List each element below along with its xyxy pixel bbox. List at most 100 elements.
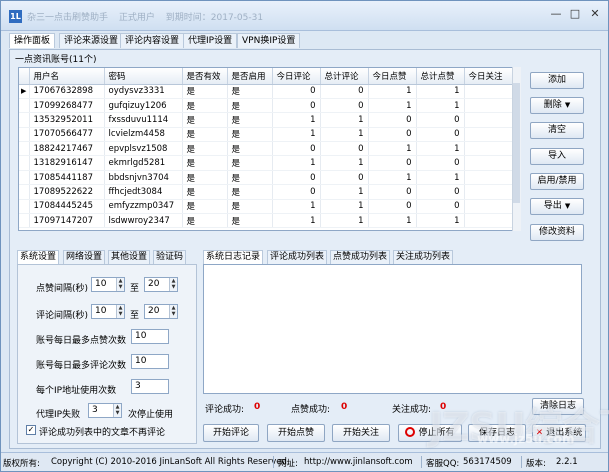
save-log-button[interactable]: 保存日志 [468,424,526,442]
table-row[interactable]: 17097147207 lsdwwroy2347 是是 1 1 1 1 [19,213,515,229]
tab-captcha[interactable]: 验证码 [153,250,187,264]
max-likes-field[interactable]: 10 [131,329,169,344]
tab-network-settings[interactable]: 网络设置 [63,250,106,264]
table-cell: 是 [182,170,228,186]
system-log-textarea[interactable] [203,264,582,394]
header-indicator [19,68,30,85]
table-row[interactable]: 17084445245 emfyzzmp0347 是是 1 1 0 0 [19,199,515,215]
follow-success-label: 关注成功: [392,405,432,415]
table-cell: 是 [227,155,273,171]
follow-success-count: 0 [440,402,447,412]
qq-value: 563174509 [463,457,512,467]
table-row[interactable]: ▶ 17067632898 oydysvz3331 是是 0 0 1 1 [19,84,515,99]
tab-follow-success[interactable]: 关注成功列表 [393,250,454,264]
spin-arrows-icon[interactable]: ▲ ▼ [113,404,121,417]
tab-other-settings[interactable]: 其他设置 [108,250,151,264]
table-cell: 是 [182,199,228,215]
column-header[interactable]: 总计点赞 [416,68,465,85]
column-header[interactable]: 今日点赞 [368,68,417,85]
table-cell: 是 [227,170,273,186]
exit-button[interactable]: ✕ 退出系统 [532,424,586,442]
tab-proxy-ip[interactable]: 代理IP设置 [183,33,238,48]
row-indicator: ▶ [19,84,30,99]
import-button[interactable]: 导入 [530,148,584,165]
spin-arrows-icon[interactable]: ▲ ▼ [116,305,124,318]
clear-button[interactable]: 清空 [530,122,584,139]
minimize-icon[interactable]: — [549,7,563,21]
spin-arrows-icon[interactable]: ▲ ▼ [116,278,124,291]
tab-like-success[interactable]: 点赞成功列表 [330,250,391,264]
table-row[interactable]: 13532952011 fxssduvu1114 是是 1 1 0 0 [19,112,515,128]
table-cell: fxssduvu1114 [104,112,183,128]
table-cell: 是 [182,112,228,128]
table-cell: 0 [416,155,465,171]
table-cell: 1 [272,112,321,128]
like-interval-min-stepper[interactable]: 10 ▲ ▼ [91,277,125,292]
tab-system-log[interactable]: 系统日志记录 [203,250,264,264]
comment-interval-max-stepper[interactable]: 20 ▲ ▼ [144,304,178,319]
delete-button[interactable]: 删除 ▼ [530,97,584,114]
table-row[interactable]: 18824217467 epvplsvz1508 是是 0 0 1 1 [19,141,515,157]
edit-profile-button[interactable]: 修改资料 [530,224,584,241]
table-cell: 1 [368,213,417,229]
spin-arrows-icon[interactable]: ▲ ▼ [169,305,177,318]
proxy-fail-stepper[interactable]: 3 ▲ ▼ [88,403,122,418]
row-indicator [19,170,30,186]
tab-vpn-ip[interactable]: VPN换IP设置 [237,33,301,48]
tab-operation-panel[interactable]: 操作面板 [9,33,56,48]
table-cell: 18824217467 [29,141,105,157]
enable-disable-button[interactable]: 启用/禁用 [530,173,584,190]
tab-comment-content[interactable]: 评论内容设置 [120,33,185,48]
spin-arrows-icon[interactable]: ▲ ▼ [169,278,177,291]
tab-comment-source[interactable]: 评论来源设置 [59,33,124,48]
ip-uses-field[interactable]: 3 [131,379,169,394]
start-comment-button[interactable]: 开始评论 [203,424,259,442]
table-cell: 1 [320,184,369,200]
row-indicator [19,184,30,200]
clear-log-button[interactable]: 清除日志 [532,398,584,415]
stop-icon [405,427,416,437]
table-cell: 17099268477 [29,98,105,114]
column-header[interactable]: 今日关注 [464,68,515,85]
column-header[interactable]: 是否启用 [227,68,273,85]
tab-comment-success[interactable]: 评论成功列表 [267,250,328,264]
column-header[interactable]: 今日评论 [272,68,321,85]
table-cell: 1 [272,199,321,215]
website-link[interactable]: http://www.jinlansoft.com [304,457,413,467]
table-cell: lsdwwroy2347 [104,213,183,229]
table-cell [464,170,515,186]
export-button[interactable]: 导出 ▼ [530,198,584,215]
table-row[interactable]: 17089522622 ffhcjedt3084 是是 0 1 0 0 [19,184,515,200]
max-comments-field[interactable]: 10 [131,354,169,369]
maximize-icon[interactable]: □ [568,7,582,21]
table-cell: 0 [320,84,369,99]
column-header[interactable]: 总计评论 [320,68,369,85]
table-row[interactable]: 17070566477 lcvielzm4458 是是 1 1 0 0 [19,127,515,143]
start-follow-button[interactable]: 开始关注 [332,424,390,442]
column-header[interactable]: 密码 [104,68,183,85]
table-row[interactable]: 17099268477 gufqizuy1206 是是 0 0 1 1 [19,98,515,114]
table-cell: 1 [416,84,465,99]
table-row[interactable]: 17085441187 bbdsnjvn3704 是是 0 0 1 1 [19,170,515,186]
add-button[interactable]: 添加 [530,72,584,89]
stop-all-button[interactable]: 停止所有 [398,424,462,442]
table-cell: ffhcjedt3084 [104,184,183,200]
table-cell: 是 [182,141,228,157]
comment-interval-min-stepper[interactable]: 10 ▲ ▼ [91,304,125,319]
column-header[interactable]: 是否有效 [182,68,228,85]
tab-system-settings[interactable]: 系统设置 [17,250,60,264]
accounts-scroll-thumb[interactable] [513,83,520,203]
start-like-button[interactable]: 开始点赞 [267,424,325,442]
like-interval-max-value: 20 [148,279,160,289]
no-repeat-checkbox[interactable]: ✓ [26,425,36,435]
table-cell: 1 [320,199,369,215]
table-cell: emfyzzmp0347 [104,199,183,215]
table-cell: 是 [227,184,273,200]
table-cell: 0 [368,199,417,215]
column-header[interactable]: 用户名 [29,68,105,85]
like-interval-label: 点赞间隔(秒) [36,284,89,294]
like-interval-max-stepper[interactable]: 20 ▲ ▼ [144,277,178,292]
accounts-table[interactable]: 用户名 密码 是否有效 是否启用 今日评论 总计评论 今日点赞 总计点赞 今日关… [18,67,521,231]
table-row[interactable]: 13182916147 ekmrlgd5281 是是 1 1 0 0 [19,155,515,171]
close-icon[interactable]: ✕ [588,7,602,21]
